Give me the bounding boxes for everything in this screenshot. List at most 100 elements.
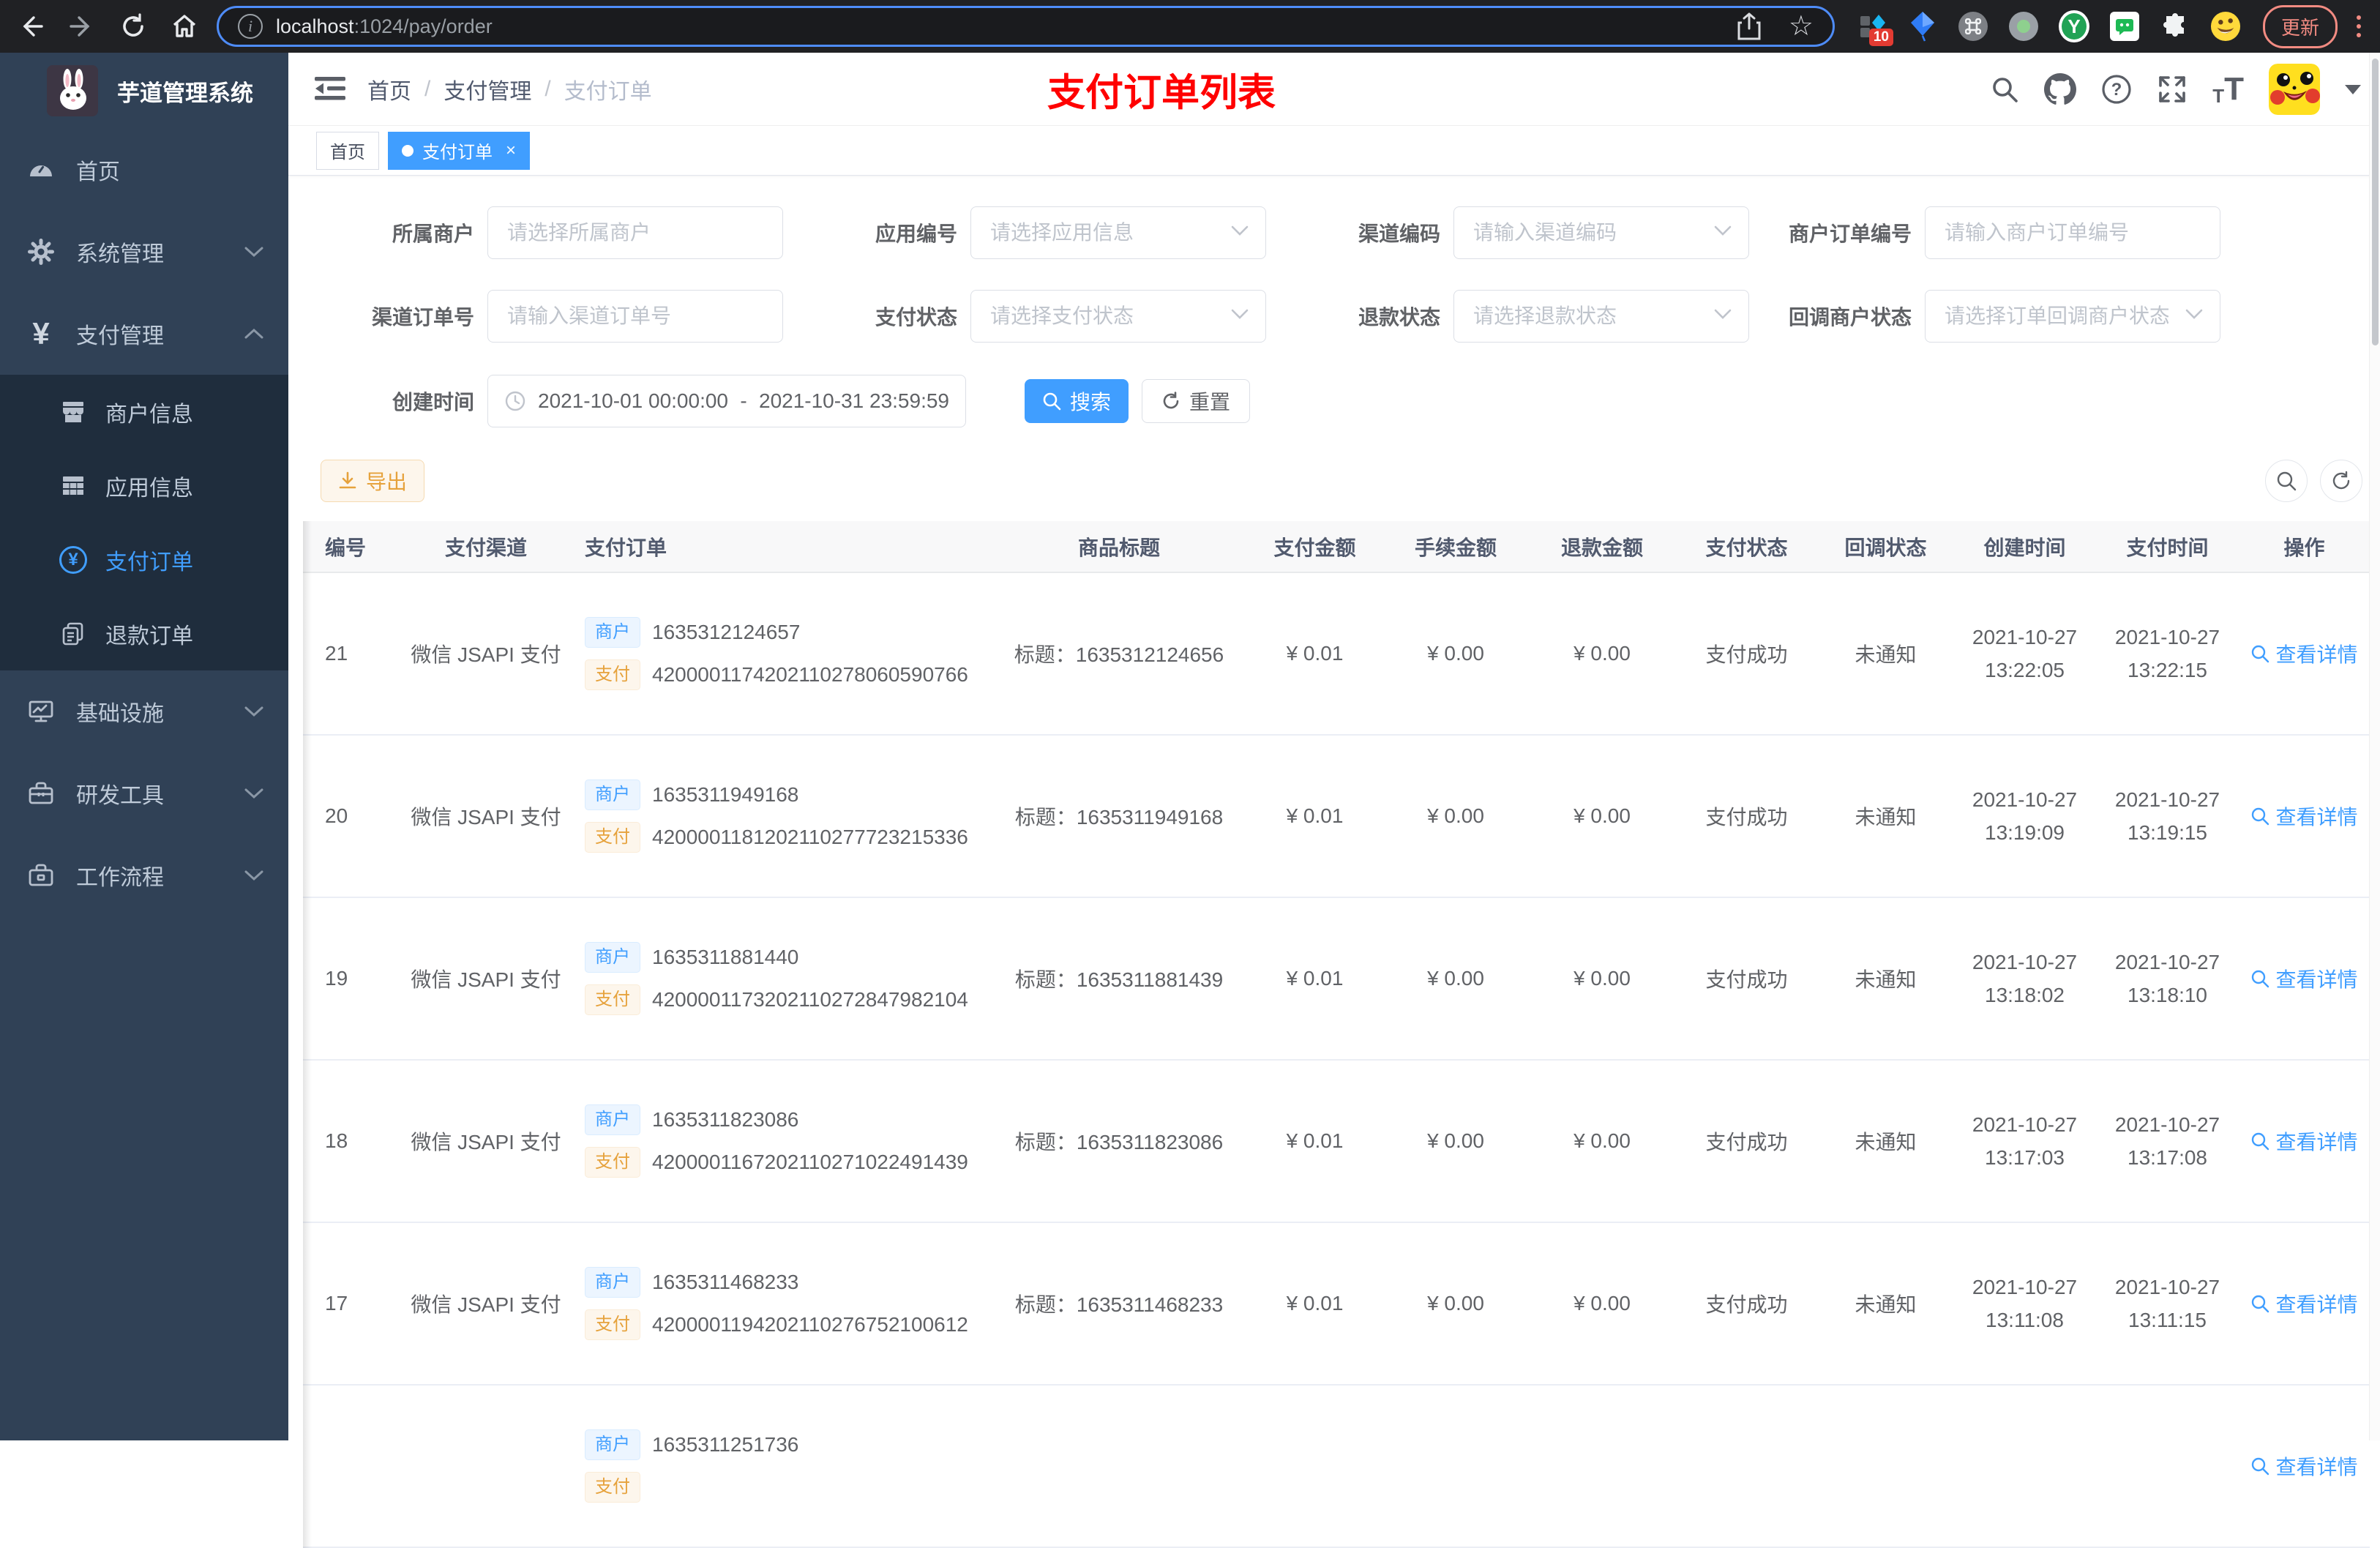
browser-update-button[interactable]: 更新: [2262, 4, 2338, 48]
clock-icon: [504, 390, 526, 412]
reset-button[interactable]: 重置: [1142, 379, 1250, 423]
paid-time-cell: 2021-10-27 13:22:15: [2096, 572, 2239, 736]
pay-channel-cell: 微信 JSAPI 支付: [387, 897, 585, 1061]
actions-cell: 查看详情: [2239, 1222, 2370, 1386]
create-time-range-input[interactable]: 2021-10-01 00:00:00 - 2021-10-31 23:59:5…: [487, 375, 966, 427]
help-icon[interactable]: ?: [2101, 74, 2132, 105]
paid-time-cell: 2021-10-27 13:11:15: [2096, 1222, 2239, 1386]
extensions-puzzle-icon[interactable]: [2160, 11, 2190, 42]
pay-status-select[interactable]: [970, 290, 1266, 343]
search-icon[interactable]: [1990, 75, 2019, 104]
breadcrumb-home[interactable]: 首页: [367, 73, 411, 105]
extension-record-icon[interactable]: [2008, 11, 2039, 42]
site-info-icon[interactable]: i: [238, 14, 263, 39]
font-size-icon[interactable]: TT: [2212, 73, 2244, 106]
view-detail-link[interactable]: 查看详情: [2250, 801, 2358, 831]
view-detail-link[interactable]: 查看详情: [2250, 1126, 2358, 1156]
bookmark-star-icon[interactable]: ☆: [1789, 12, 1814, 40]
extension-kite-icon[interactable]: [1907, 11, 1938, 42]
tag-close-icon[interactable]: ×: [506, 141, 516, 161]
reload-icon[interactable]: [119, 12, 148, 41]
sidebar-item-devtools[interactable]: 研发工具: [0, 752, 288, 834]
filter-pay-status: 支付状态: [875, 290, 1266, 343]
pay-channel-cell: 微信 JSAPI 支付: [387, 735, 585, 898]
extension-chat-icon[interactable]: [2109, 11, 2140, 42]
toolbox-icon: [26, 780, 56, 807]
order-table: 编号 支付渠道 支付订单 商品标题 支付金额 手续金额 退款金额 支付状态 回调…: [303, 521, 2370, 1548]
breadcrumb-payment[interactable]: 支付管理: [444, 73, 531, 105]
pay-channel-cell: 微信 JSAPI 支付: [387, 572, 585, 736]
avatar-caret-icon[interactable]: [2345, 84, 2361, 94]
fee-amount-cell: ¥ 0.00: [1382, 1060, 1529, 1223]
filter-label: 所属商户: [392, 223, 474, 245]
navbar-actions: ? TT: [1990, 53, 2361, 126]
channel-order-no: 4200001167202110271022491439: [652, 1151, 968, 1173]
view-detail-link[interactable]: 查看详情: [2250, 1289, 2358, 1318]
github-icon[interactable]: [2044, 73, 2077, 105]
main-area: 首页 / 支付管理 / 支付订单 支付订单列表 ? TT 首页 支付订单 × 所…: [288, 53, 2380, 1548]
tag-pay-order[interactable]: 支付订单 ×: [388, 131, 531, 170]
channel-code-select[interactable]: [1453, 206, 1749, 259]
extension-command-icon[interactable]: [1958, 11, 1988, 42]
magnifier-icon: [2252, 1457, 2269, 1476]
pay-tag: 支付: [585, 1472, 640, 1503]
scrollbar-thumb[interactable]: [2372, 59, 2379, 345]
channel-order-no: 4200001194202110276752100612: [652, 1313, 968, 1336]
pay-order-cell: 商户 1635311881440 支付 42000011732021102728…: [585, 897, 991, 1061]
profile-emoji-icon[interactable]: [2210, 11, 2241, 42]
sidebar-item-home[interactable]: 首页: [0, 129, 288, 211]
tag-active-dot: [402, 144, 413, 157]
sidebar-item-payment[interactable]: ¥ 支付管理: [0, 293, 288, 375]
merchant-input[interactable]: [487, 206, 783, 259]
merchant-tag: 商户: [585, 942, 640, 973]
extension-y-icon[interactable]: Y: [2058, 10, 2089, 42]
page-scrollbar[interactable]: [2369, 53, 2380, 1440]
merchant-order-no: 1635311468233: [652, 1271, 799, 1293]
table-row: 17 微信 JSAPI 支付 商户 1635311468233 支付 42000…: [303, 1222, 2370, 1386]
user-avatar[interactable]: [2269, 64, 2320, 115]
forward-icon[interactable]: [67, 12, 97, 41]
sidebar-item-pay-order[interactable]: ¥ 支付订单: [0, 523, 288, 597]
view-detail-link[interactable]: 查看详情: [2250, 964, 2358, 993]
sidebar-item-app-info[interactable]: 应用信息: [0, 449, 288, 523]
back-icon[interactable]: [16, 12, 45, 41]
table-row: 21 微信 JSAPI 支付 商户 1635312124657 支付 42000…: [303, 572, 2370, 736]
sidebar-item-workflow[interactable]: 工作流程: [0, 834, 288, 916]
tag-home[interactable]: 首页: [316, 131, 379, 170]
chevron-down-icon: [244, 788, 263, 799]
browser-menu-icon[interactable]: [2354, 12, 2364, 40]
channel-order-no-input[interactable]: [487, 290, 783, 343]
magnifier-icon: [2252, 807, 2269, 826]
pay-amount-cell: ¥ 0.01: [1247, 1060, 1382, 1223]
table-header: 编号 支付渠道 支付订单 商品标题 支付金额 手续金额 退款金额 支付状态 回调…: [303, 521, 2370, 573]
app-select[interactable]: [970, 206, 1266, 259]
search-button[interactable]: 搜索: [1025, 379, 1129, 423]
notify-status-select[interactable]: [1925, 290, 2220, 343]
url-bar[interactable]: i localhost:1024/pay/order ☆: [217, 6, 1835, 47]
merchant-order-no: 1635311823086: [652, 1108, 799, 1131]
merchant-order-no-input[interactable]: [1925, 206, 2220, 259]
sidebar-item-merchant-info[interactable]: 商户信息: [0, 375, 288, 449]
home-icon[interactable]: [170, 12, 199, 41]
col-header-notify: 回调状态: [1818, 521, 1953, 573]
col-header-id: 编号: [303, 521, 387, 573]
fullscreen-icon[interactable]: [2157, 74, 2188, 105]
sidebar-item-refund-order[interactable]: 退款订单: [0, 597, 288, 670]
fee-amount-cell: [1382, 1385, 1529, 1548]
order-table-body: 21 微信 JSAPI 支付 商户 1635312124657 支付 42000…: [303, 572, 2370, 1548]
export-button[interactable]: 导出: [321, 460, 424, 502]
share-icon[interactable]: [1737, 12, 1761, 40]
col-header-created: 创建时间: [1953, 521, 2096, 573]
extension-grid-icon[interactable]: 10: [1857, 11, 1893, 46]
sidebar-item-system[interactable]: 系统管理: [0, 211, 288, 293]
refresh-button[interactable]: [2320, 460, 2362, 502]
refund-status-select[interactable]: [1453, 290, 1749, 343]
table-row: 18 微信 JSAPI 支付 商户 1635311823086 支付 42000…: [303, 1060, 2370, 1223]
sidebar-item-infra[interactable]: 基础设施: [0, 670, 288, 752]
view-detail-link[interactable]: 查看详情: [2250, 639, 2358, 668]
filter-label: 创建时间: [392, 391, 474, 414]
merchant-tag: 商户: [585, 1104, 640, 1135]
view-detail-link[interactable]: 查看详情: [2250, 1451, 2358, 1481]
sidebar-toggle-icon[interactable]: [315, 75, 345, 102]
toggle-search-button[interactable]: [2265, 460, 2308, 502]
